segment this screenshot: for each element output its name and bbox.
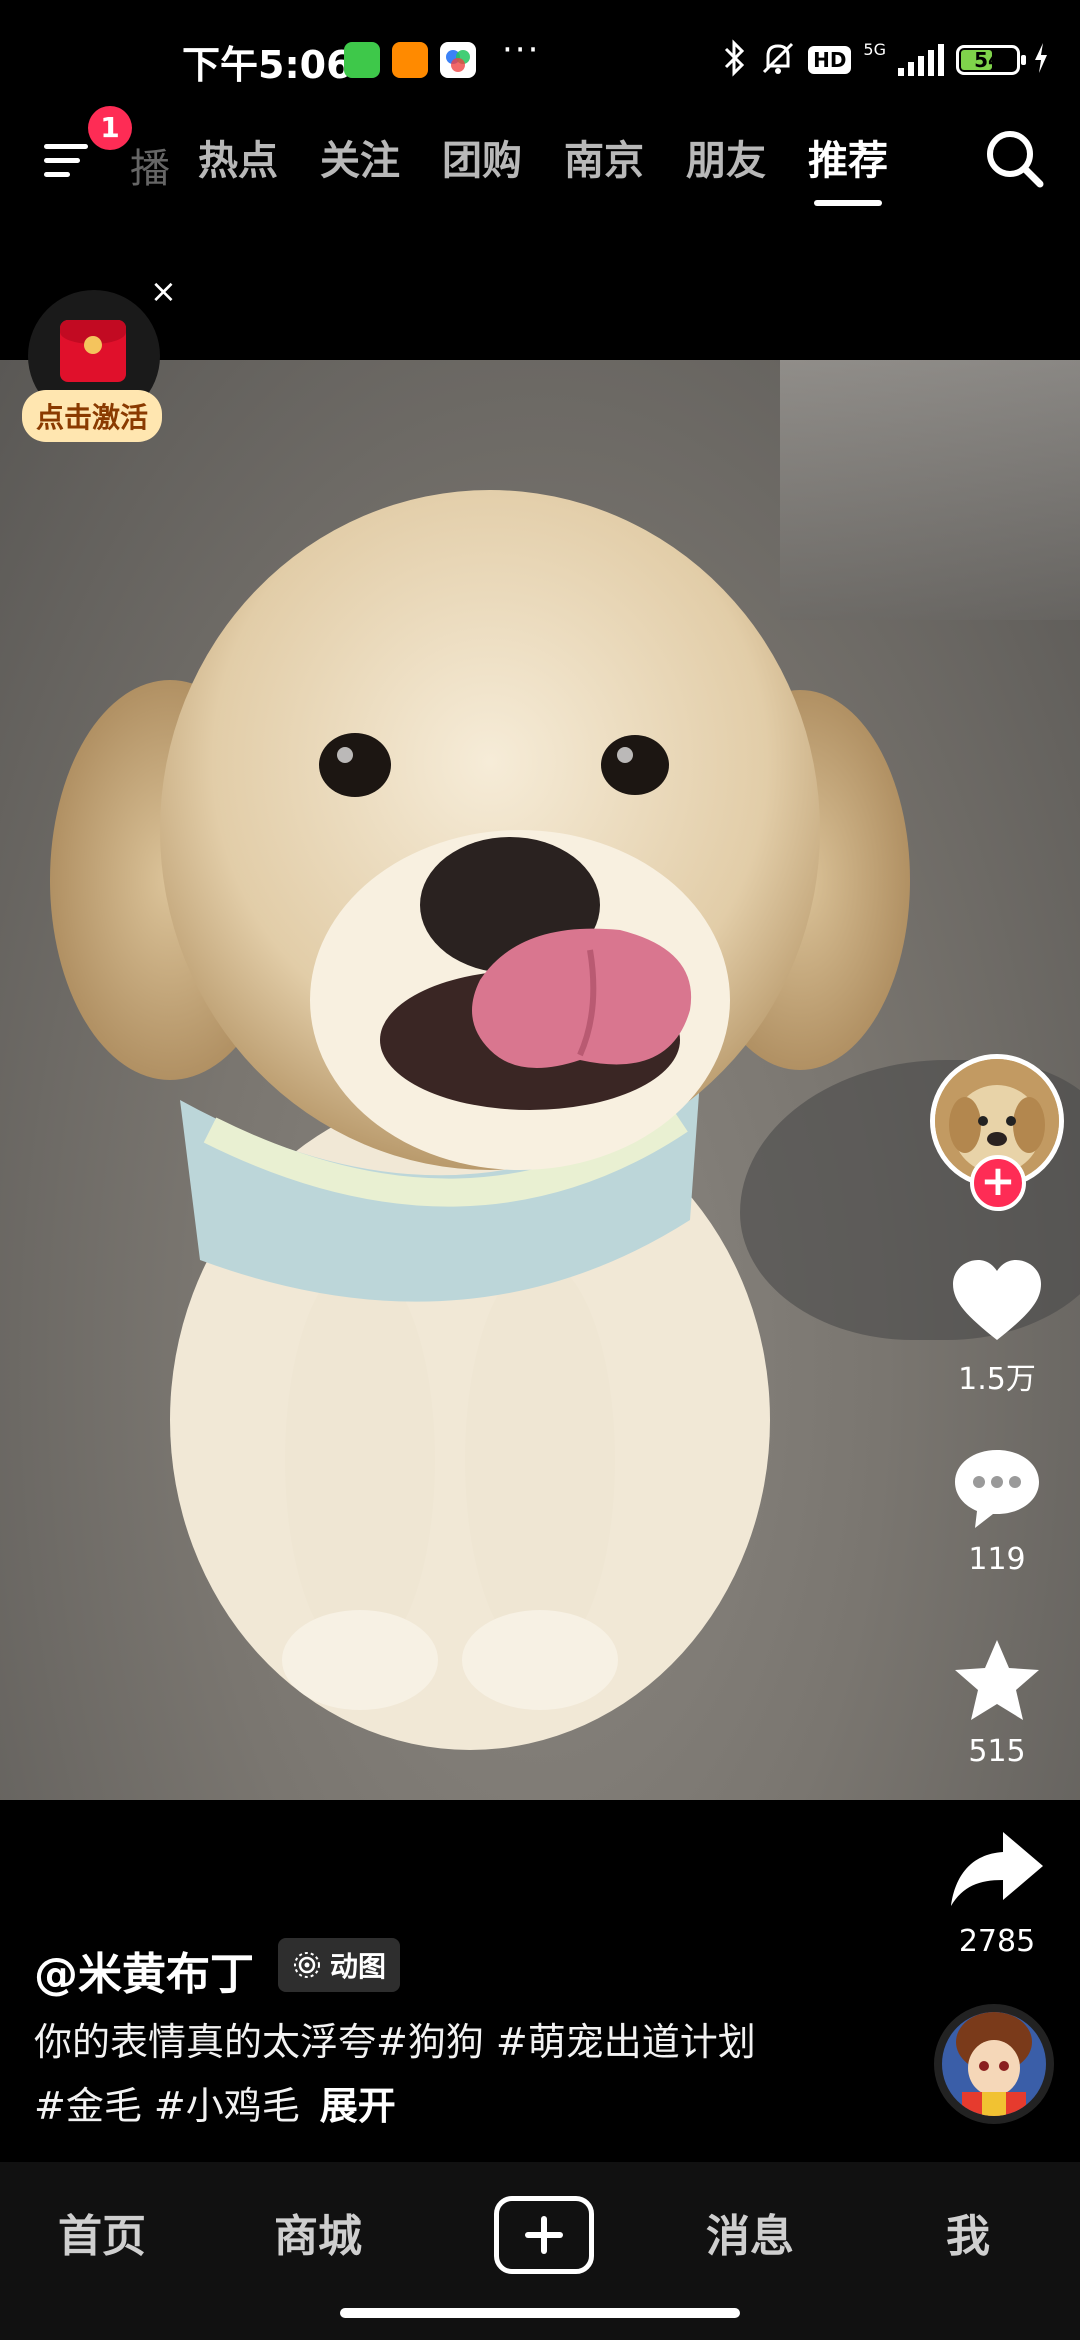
nav-me[interactable]: 我 [946,2200,990,2264]
like-button[interactable]: 1.5万 [940,1256,1054,1398]
tab-hot[interactable]: 热点 [198,128,278,206]
battery-icon: 54 [956,45,1026,75]
follow-button[interactable]: + [970,1155,1026,1211]
caption-line-2: #金毛 #小鸡毛 展开 [34,2074,854,2138]
comment-button[interactable]: 119 [940,1444,1054,1577]
bluetooth-icon [722,38,748,82]
nav-home[interactable]: 首页 [58,2200,146,2264]
heart-icon [953,1260,1041,1340]
tab-friends[interactable]: 朋友 [686,128,766,206]
menu-button[interactable] [38,130,98,190]
red-envelope-icon [60,320,126,382]
caption-line-1: 你的表情真的太浮夸#狗狗 #萌宠出道计划 [34,2020,756,2064]
status-bar: 下午5:06 ··· HD 5G 54 [0,0,1080,120]
comment-count: 119 [968,1542,1026,1577]
video-caption: 你的表情真的太浮夸#狗狗 #萌宠出道计划 #金毛 #小鸡毛 展开 [34,2010,854,2138]
charging-icon [1032,41,1050,79]
hd-badge: HD [808,46,852,74]
close-icon[interactable]: × [150,272,177,310]
nav-mall[interactable]: 商城 [274,2200,362,2264]
share-button[interactable]: 2785 [940,1826,1054,1959]
nav-messages[interactable]: 消息 [706,2200,794,2264]
caption-hashtags[interactable]: #金毛 #小鸡毛 [34,2084,300,2128]
puppy-image [50,490,910,1750]
status-time: 下午5:06 [182,43,353,87]
search-icon [987,131,1044,188]
music-cover-image [942,2012,1046,2116]
like-count: 1.5万 [958,1362,1036,1397]
motion-photo-icon [294,1952,320,1978]
tab-partial[interactable]: 播 [130,136,170,194]
star-icon [955,1640,1039,1720]
motion-photo-tag[interactable]: 动图 [278,1938,401,1992]
network-type: 5G [863,40,886,59]
feed-tabs: 热点 关注 团购 南京 朋友 推荐 [198,128,888,206]
favorite-button[interactable]: 515 [940,1636,1054,1769]
wechat-icon [344,42,380,78]
share-arrow-icon [951,1832,1043,1906]
mute-bell-icon [760,38,796,82]
baidu-netdisk-icon [440,42,476,78]
home-indicator[interactable] [340,2308,740,2318]
red-packet-activate-label[interactable]: 点击激活 [22,390,163,442]
top-nav: 播 热点 关注 团购 南京 朋友 推荐 [0,110,1080,210]
author-name[interactable]: @米黄布丁 [34,1938,254,2002]
favorite-count: 515 [968,1734,1026,1769]
music-disc[interactable] [934,2004,1054,2124]
search-button[interactable] [980,124,1050,194]
video-player[interactable] [0,360,1080,1800]
tab-recommended[interactable]: 推荐 [808,128,888,206]
signal-icon [898,44,944,76]
battery-level: 54 [974,48,1002,72]
motion-photo-label: 动图 [330,1950,387,1983]
more-notifications: ··· [502,30,541,70]
tab-following[interactable]: 关注 [320,128,400,206]
comment-icon [955,1450,1039,1528]
expand-caption-button[interactable]: 展开 [320,2084,396,2128]
share-count: 2785 [958,1924,1036,1959]
tab-local-city[interactable]: 南京 [564,128,644,206]
58-app-icon [392,42,428,78]
menu-notification-badge: 1 [88,106,132,150]
tab-group-buy[interactable]: 团购 [442,128,522,206]
create-post-button[interactable] [494,2196,594,2274]
